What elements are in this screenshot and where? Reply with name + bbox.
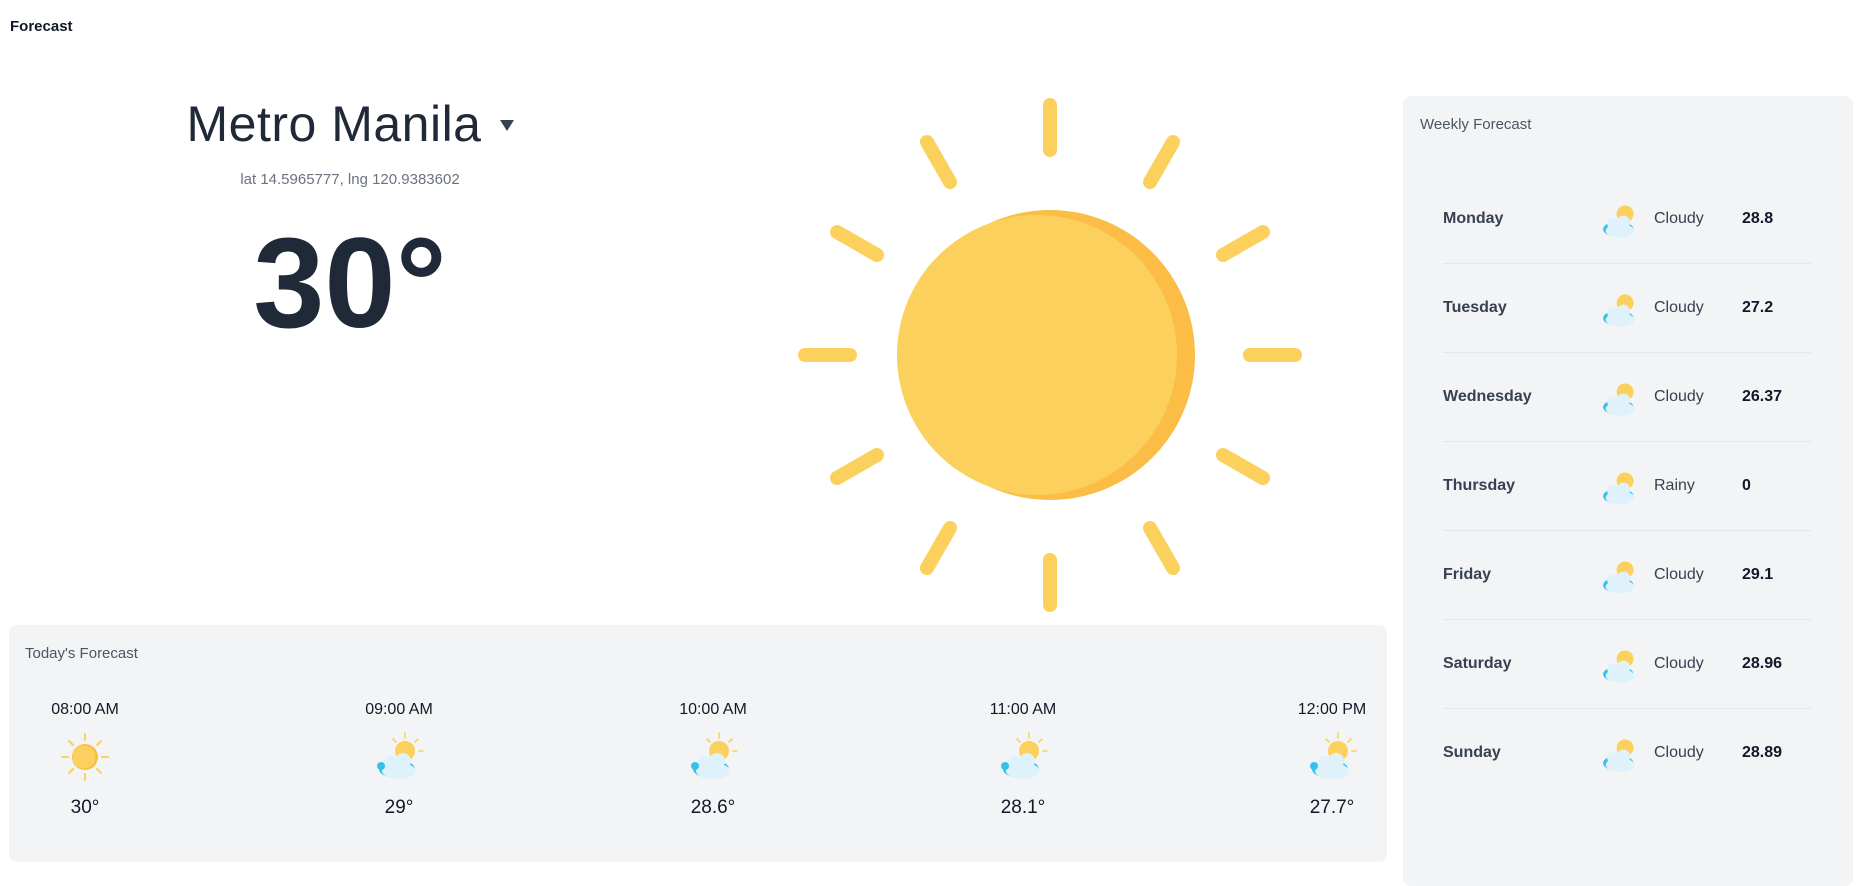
weekly-day: Sunday: [1443, 744, 1501, 761]
coordinates: lat 14.5965777, lng 120.9383602: [240, 171, 460, 188]
app-title: Forecast: [10, 18, 73, 35]
weekly-forecast-panel: Weekly Forecast Monday Cloudy 28.8 Tuesd…: [1403, 96, 1853, 886]
weekly-row: Saturday Cloudy 28.96: [1443, 620, 1811, 709]
todays-forecast-panel: Today's Forecast 08:00 AM 30° 09:00 AM 2…: [9, 625, 1387, 862]
weekly-temperature: 26.37: [1742, 388, 1783, 405]
hourly-item: 09:00 AM 29°: [344, 701, 454, 819]
cloud-sun-icon: [1603, 383, 1635, 416]
weekly-condition: Cloudy: [1654, 655, 1704, 672]
hourly-item: 08:00 AM 30°: [30, 701, 140, 819]
city-name[interactable]: Metro Manila: [187, 95, 482, 153]
cloud-sun-icon: [1603, 739, 1635, 772]
todays-forecast-title: Today's Forecast: [25, 645, 138, 662]
location-summary: Metro Manila lat 14.5965777, lng 120.938…: [180, 95, 520, 348]
weekly-condition: Cloudy: [1654, 388, 1704, 405]
sun-icon: [61, 733, 109, 781]
weekly-day: Thursday: [1443, 477, 1516, 494]
weekly-row: Tuesday Cloudy 27.2: [1443, 264, 1811, 353]
cloud-sun-icon: [1603, 472, 1635, 505]
weekly-temperature: 28.89: [1742, 744, 1783, 761]
weekly-row: Friday Cloudy 29.1: [1443, 531, 1811, 620]
weekly-condition: Cloudy: [1654, 299, 1704, 316]
weekly-row: Monday Cloudy 28.8: [1443, 175, 1811, 264]
weekly-day: Friday: [1443, 566, 1492, 583]
cloud-sun-icon: [1603, 294, 1635, 327]
weekly-condition: Rainy: [1654, 477, 1695, 494]
current-temperature: 30°: [253, 212, 447, 355]
cloud-sun-icon: [1001, 732, 1048, 779]
hourly-item: 10:00 AM 28.6°: [658, 701, 768, 819]
weekly-temperature: 28.8: [1742, 210, 1774, 227]
weekly-temperature: 29.1: [1742, 566, 1774, 583]
cloud-sun-icon: [1310, 732, 1357, 779]
weekly-row: Wednesday Cloudy 26.37: [1443, 353, 1811, 442]
hourly-item: 12:00 PM 27.7°: [1277, 701, 1387, 819]
hour-temperature: 28.6°: [690, 797, 736, 818]
sun-icon: [780, 85, 1320, 625]
weekly-day: Tuesday: [1443, 299, 1507, 316]
weekly-day: Monday: [1443, 210, 1504, 227]
sun-illustration: [798, 98, 1302, 612]
hour-temperature: 27.7°: [1309, 797, 1355, 818]
weekly-temperature: 0: [1742, 477, 1751, 494]
weekly-forecast-title: Weekly Forecast: [1420, 116, 1532, 133]
hour-temperature: 28.1°: [1000, 797, 1046, 818]
weekly-day: Saturday: [1443, 655, 1512, 672]
weekly-day: Wednesday: [1443, 388, 1532, 405]
weekly-row: Sunday Cloudy 28.89: [1443, 709, 1811, 797]
hour-time: 10:00 AM: [679, 701, 747, 718]
weekly-row: Thursday Rainy 0: [1443, 442, 1811, 531]
city-selector[interactable]: Metro Manila: [180, 95, 520, 153]
hourly-item: 11:00 AM 28.1°: [968, 701, 1078, 819]
hour-time: 08:00 AM: [51, 701, 119, 718]
hour-temperature: 30°: [70, 797, 100, 818]
weekly-condition: Cloudy: [1654, 744, 1704, 761]
weekly-condition: Cloudy: [1654, 210, 1704, 227]
hour-temperature: 29°: [384, 797, 414, 818]
cloud-sun-icon: [1603, 650, 1635, 683]
cloud-sun-icon: [1603, 205, 1635, 238]
weekly-temperature: 27.2: [1742, 299, 1774, 316]
weekly-temperature: 28.96: [1742, 655, 1783, 672]
weekly-condition: Cloudy: [1654, 566, 1704, 583]
dropdown-caret-icon[interactable]: [499, 119, 514, 131]
hour-time: 12:00 PM: [1297, 701, 1367, 718]
cloud-sun-icon: [691, 732, 738, 779]
hour-time: 11:00 AM: [989, 701, 1057, 718]
cloud-sun-icon: [377, 732, 424, 779]
cloud-sun-icon: [1603, 561, 1635, 594]
hour-time: 09:00 AM: [365, 701, 433, 718]
